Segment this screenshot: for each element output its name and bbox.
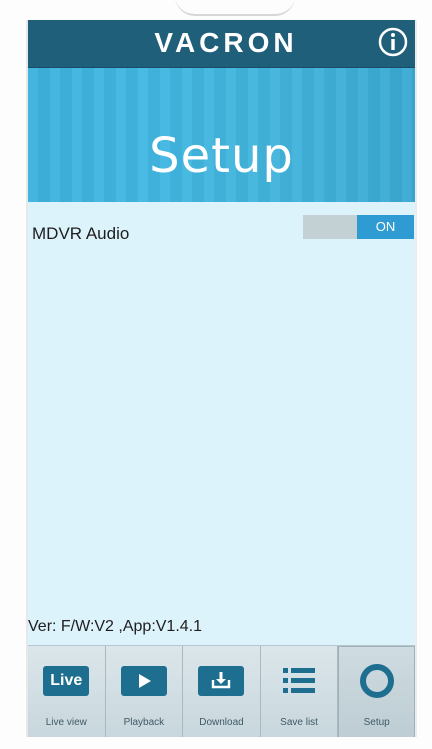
tab-label: Live view bbox=[45, 717, 87, 728]
list-icon bbox=[283, 668, 316, 693]
download-icon bbox=[198, 666, 245, 696]
tab-label: Playback bbox=[123, 717, 165, 728]
page-title: Setup bbox=[149, 128, 294, 184]
toggle-off-segment bbox=[303, 215, 357, 239]
tab-download[interactable]: Download bbox=[183, 646, 261, 737]
brand-logo: VACRON bbox=[154, 27, 298, 58]
device-frame: VACRON Setup MDVR Audio ON Ver: F/W:V2 ,… bbox=[0, 0, 432, 749]
app-screen: VACRON Setup MDVR Audio ON Ver: F/W:V2 ,… bbox=[28, 20, 415, 737]
setting-label: MDVR Audio bbox=[32, 224, 130, 243]
tab-live-view[interactable]: Live Live view bbox=[28, 646, 106, 737]
live-icon: Live bbox=[43, 666, 90, 696]
page-banner: Setup bbox=[28, 68, 415, 202]
setting-row-mdvr-audio: MDVR Audio ON bbox=[28, 204, 415, 244]
frame-top-decoration bbox=[175, 0, 295, 20]
tab-playback[interactable]: Playback bbox=[105, 646, 184, 737]
tab-save-list[interactable]: Save list bbox=[260, 646, 339, 737]
bottom-tab-bar: Live Live view Playback Download Save li… bbox=[28, 645, 415, 737]
brand-header: VACRON bbox=[28, 20, 415, 68]
tab-label: Setup bbox=[363, 717, 390, 728]
version-text: Ver: F/W:V2 ,App:V1.4.1 bbox=[28, 618, 203, 635]
tab-setup[interactable]: Setup bbox=[338, 646, 415, 737]
play-icon bbox=[120, 666, 167, 696]
tab-label: Save list bbox=[280, 717, 318, 728]
toggle-on-label: ON bbox=[357, 215, 414, 239]
info-icon[interactable] bbox=[377, 26, 409, 58]
circle-icon bbox=[359, 664, 394, 698]
mdvr-audio-toggle[interactable]: ON bbox=[303, 215, 414, 239]
tab-label: Download bbox=[199, 717, 244, 728]
